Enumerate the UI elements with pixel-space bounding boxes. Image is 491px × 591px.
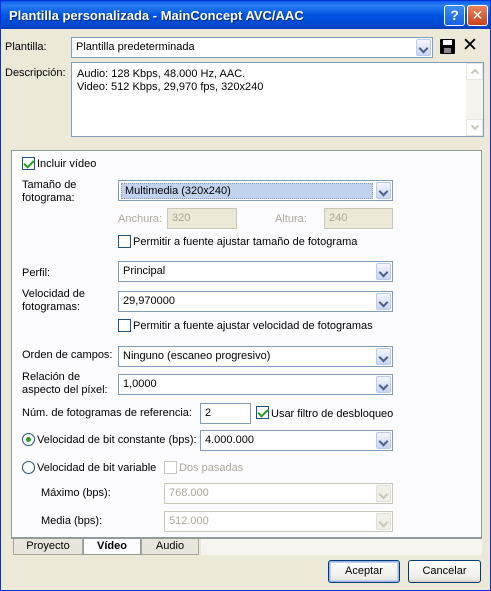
title-bar[interactable]: Plantilla personalizada - MainConcept AV… (1, 1, 490, 29)
max-select[interactable]: 768.000 (164, 483, 393, 504)
frame-rate-label: Velocidad de (22, 288, 85, 300)
chevron-down-icon[interactable] (376, 348, 391, 365)
ref-frames-value: 2 (205, 407, 212, 419)
description-line: Video: 512 Kbps, 29,970 fps, 320x240 (77, 81, 264, 93)
height-input[interactable]: 240 (324, 208, 393, 229)
height-label: Altura: (275, 213, 307, 225)
profile-label: Perfil: (22, 267, 51, 279)
pixel-aspect-label-2: aspecto del píxel: (22, 384, 108, 396)
description-scrollbar[interactable] (466, 63, 483, 136)
avg-label: Media (bps): (41, 515, 103, 527)
field-order-value: Ninguno (escaneo progresivo) (123, 350, 271, 362)
chevron-down-icon[interactable] (416, 39, 431, 56)
cancel-button[interactable]: Cancelar (408, 560, 481, 583)
frame-rate-label-2: fotogramas: (22, 301, 81, 313)
vbr-label: Velocidad de bit variable (37, 462, 157, 474)
max-value: 768.000 (169, 487, 209, 499)
chevron-down-icon[interactable] (376, 376, 391, 393)
include-video-label: Incluir vídeo (37, 158, 97, 170)
chevron-down-icon[interactable] (376, 263, 391, 280)
profile-value: Principal (123, 265, 166, 277)
allow-rate-label: Permitir a fuente ajustar velocidad de f… (133, 320, 373, 332)
description-line: Audio: 128 Kbps, 48.000 Hz, AAC. (77, 68, 246, 80)
tab-strip-fill (201, 539, 482, 555)
window-title: Plantilla personalizada - MainConcept AV… (9, 8, 304, 23)
tab-strip: Proyecto Vídeo Audio (11, 538, 482, 555)
accept-button[interactable]: Aceptar (328, 560, 400, 583)
chevron-down-icon[interactable] (376, 485, 391, 502)
scroll-down-icon[interactable] (466, 119, 483, 136)
avg-value: 512.000 (169, 515, 209, 527)
frame-size-label-2: fotograma: (22, 192, 75, 204)
save-icon[interactable] (440, 39, 455, 54)
frame-size-select[interactable]: Multimedia (320x240) (118, 180, 393, 201)
dialog-window: Plantilla personalizada - MainConcept AV… (0, 0, 491, 591)
allow-resize-label: Permitir a fuente ajustar tamaño de foto… (133, 236, 358, 248)
two-pass-checkbox[interactable] (164, 461, 177, 474)
deblock-label: Usar filtro de desbloqueo (271, 408, 394, 420)
video-settings-panel: Incluir vídeo Tamaño de fotograma: Multi… (11, 150, 482, 538)
allow-resize-checkbox[interactable] (118, 235, 131, 248)
width-label: Anchura: (118, 213, 163, 225)
frame-size-value: Multimedia (320x240) (121, 183, 373, 199)
profile-select[interactable]: Principal (118, 261, 393, 282)
chevron-down-icon[interactable] (376, 432, 391, 449)
frame-rate-select[interactable]: 29,970000 (118, 291, 393, 312)
chevron-down-icon[interactable] (376, 182, 391, 199)
field-order-select[interactable]: Ninguno (escaneo progresivo) (118, 346, 393, 367)
pixel-aspect-label: Relación de (22, 371, 81, 383)
cbr-select[interactable]: 4.000.000 (200, 430, 393, 451)
field-order-label: Orden de campos: (22, 349, 113, 361)
tab-proyecto[interactable]: Proyecto (13, 539, 83, 555)
help-button[interactable]: ? (444, 5, 465, 26)
pixel-aspect-select[interactable]: 1,0000 (118, 374, 393, 395)
ref-frames-input[interactable]: 2 (200, 403, 251, 424)
description-textarea[interactable]: Audio: 128 Kbps, 48.000 Hz, AAC. Video: … (71, 62, 484, 137)
two-pass-label: Dos pasadas (179, 462, 244, 474)
tab-video[interactable]: Vídeo (83, 539, 141, 555)
vbr-radio[interactable] (22, 461, 35, 474)
cbr-label: Velocidad de bit constante (bps): (37, 434, 197, 446)
delete-icon[interactable]: ✕ (462, 36, 478, 55)
height-value: 240 (329, 212, 348, 224)
pixel-aspect-value: 1,0000 (123, 378, 157, 390)
template-select[interactable]: Plantilla predeterminada (71, 37, 433, 58)
frame-size-label: Tamaño de (22, 179, 77, 191)
description-label: Descripción: (5, 67, 66, 79)
chevron-down-icon[interactable] (376, 293, 391, 310)
close-button[interactable]: ✕ (467, 5, 488, 26)
ref-frames-label: Núm. de fotogramas de referencia: (22, 407, 192, 419)
allow-rate-checkbox[interactable] (118, 319, 131, 332)
avg-select[interactable]: 512.000 (164, 511, 393, 532)
width-input[interactable]: 320 (167, 208, 237, 229)
width-value: 320 (172, 212, 191, 224)
include-video-checkbox[interactable] (22, 157, 35, 170)
chevron-down-icon[interactable] (376, 513, 391, 530)
max-label: Máximo (bps): (41, 487, 111, 499)
cbr-value: 4.000.000 (205, 434, 254, 446)
template-label: Plantilla: (5, 41, 47, 53)
tab-audio[interactable]: Audio (141, 539, 199, 555)
frame-rate-value: 29,970000 (123, 295, 175, 307)
cbr-radio[interactable] (22, 433, 35, 446)
scroll-up-icon[interactable] (466, 63, 483, 80)
deblock-checkbox[interactable] (256, 406, 269, 419)
template-value: Plantilla predeterminada (76, 41, 195, 53)
